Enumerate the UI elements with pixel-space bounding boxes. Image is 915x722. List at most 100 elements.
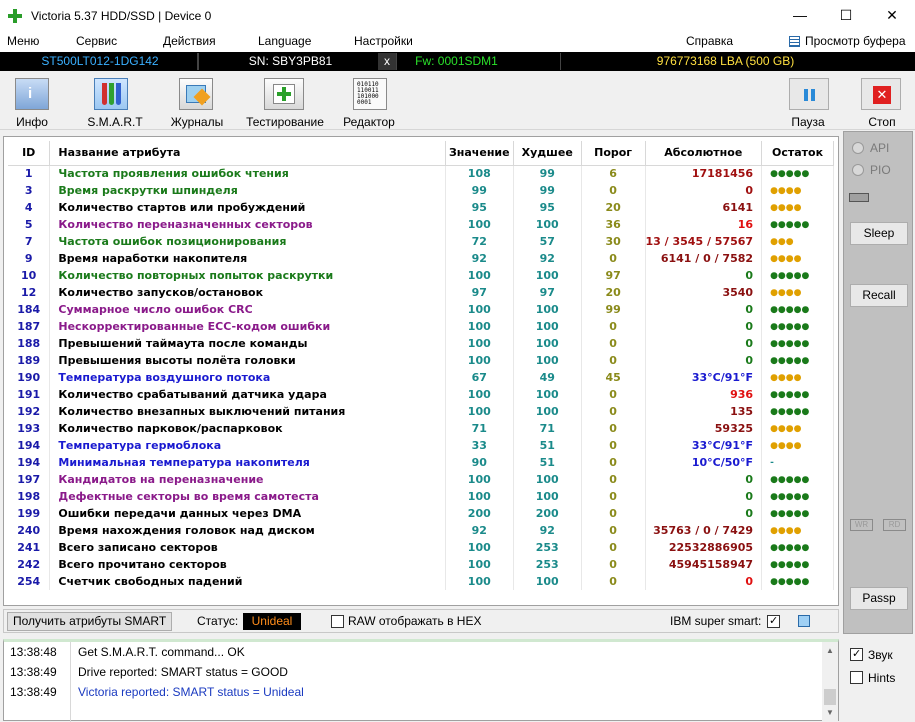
attr-worst: 97 <box>513 284 582 301</box>
menu-help[interactable]: Справка <box>686 34 733 48</box>
attr-threshold: 0 <box>581 454 646 471</box>
attr-threshold: 20 <box>581 284 646 301</box>
menu-bar: Меню Сервис Действия Language Настройки … <box>0 32 915 52</box>
col-value[interactable]: Значение <box>445 141 514 166</box>
attr-threshold: 0 <box>581 573 646 590</box>
log-time: 13:38:48 <box>10 645 57 659</box>
close-button[interactable]: ✕ <box>869 0 915 32</box>
sound-checkbox[interactable] <box>850 647 863 661</box>
attr-worst: 92 <box>513 522 582 539</box>
table-row[interactable]: 194 Температура гермоблока 33 51 0 33°C/91°F ●… <box>8 437 834 454</box>
attr-threshold: 0 <box>581 403 646 420</box>
scroll-up-icon[interactable]: ▲ <box>826 646 834 655</box>
attr-value: 71 <box>445 420 514 437</box>
smart-button[interactable]: S.M.A.R.T <box>84 76 146 129</box>
log-scrollbar[interactable]: ▲ ▼ <box>822 642 838 721</box>
attr-id: 1 <box>8 165 51 182</box>
col-worst[interactable]: Худшее <box>513 141 582 166</box>
attr-worst: 100 <box>513 488 582 505</box>
attr-absolute: 35763 / 0 / 7429 <box>645 522 763 539</box>
table-row[interactable]: 242 Всего прочитано секторов 100 253 0 459451… <box>8 556 834 573</box>
table-row[interactable]: 240 Время нахождения головок над диском 92… <box>8 522 834 539</box>
sleep-button[interactable]: Sleep <box>850 222 908 245</box>
attr-id: 191 <box>8 386 51 403</box>
smart-tubes-icon <box>94 78 128 110</box>
scroll-thumb[interactable] <box>824 689 836 705</box>
stop-button[interactable]: ✕ Стоп <box>856 76 908 129</box>
sound-label: Звук <box>868 648 893 662</box>
info-button[interactable]: i Инфо <box>5 76 59 129</box>
table-row[interactable]: 188 Превышений таймаута после команды 100 1… <box>8 335 834 352</box>
menu-service[interactable]: Сервис <box>76 34 117 48</box>
table-row[interactable]: 10 Количество повторных попыток раскрутки… <box>8 267 834 284</box>
table-row[interactable]: 198 Дефектные секторы во время самотеста 1… <box>8 488 834 505</box>
testing-label: Тестирование <box>246 115 324 129</box>
table-row[interactable]: 241 Всего записано секторов 100 253 0 2253288… <box>8 539 834 556</box>
col-id[interactable]: ID <box>8 141 51 166</box>
device-lba: 976773168 LBA (500 GB) <box>560 53 890 70</box>
color-indicator[interactable] <box>798 615 810 627</box>
raw-hex-checkbox[interactable] <box>331 615 344 628</box>
col-threshold[interactable]: Порог <box>581 141 646 166</box>
attr-remain: ●●●●● <box>761 505 834 522</box>
attr-absolute: 59325 <box>645 420 763 437</box>
buffer-viewer-button[interactable]: Просмотр буфера <box>805 34 906 48</box>
attr-threshold: 30 <box>581 233 646 250</box>
attr-value: 100 <box>445 556 514 573</box>
get-smart-attributes-button[interactable]: Получить атрибуты SMART <box>7 612 173 631</box>
ibm-super-smart-checkbox[interactable] <box>767 614 780 628</box>
hints-checkbox[interactable] <box>850 671 863 684</box>
attr-worst: 100 <box>513 352 582 369</box>
attr-remain: ●●●●● <box>761 573 834 590</box>
editor-button[interactable]: 010110 110011 101000 0001 Редактор <box>339 76 399 129</box>
attr-worst: 100 <box>513 301 582 318</box>
attr-worst: 57 <box>513 233 582 250</box>
minimize-button[interactable]: — <box>777 0 823 32</box>
api-radio[interactable] <box>852 142 864 154</box>
recall-button[interactable]: Recall <box>850 284 908 307</box>
attr-absolute: 0 <box>645 318 763 335</box>
attr-value: 100 <box>445 352 514 369</box>
table-row[interactable]: 192 Количество внезапных выключений питан… <box>8 403 834 420</box>
api-label: API <box>870 141 890 155</box>
col-absolute[interactable]: Абсолютное <box>645 141 763 166</box>
table-row[interactable]: 9 Время наработки накопителя 92 92 0 6141 / 0… <box>8 250 834 267</box>
table-row[interactable]: 3 Время раскрутки шпинделя 99 99 0 0 ●●●● <box>8 182 834 199</box>
device-model[interactable]: ST500LT012-1DG142 <box>3 53 199 70</box>
table-row[interactable]: 1 Частота проявления ошибок чтения 108 99 6 1… <box>8 165 834 182</box>
attr-worst: 99 <box>513 165 582 182</box>
table-row[interactable]: 184 Суммарное число ошибок CRC 100 100 99 0 ●●… <box>8 301 834 318</box>
passp-button[interactable]: Passp <box>850 587 908 610</box>
table-row[interactable]: 193 Количество парковок/распарковок 71 71 0 5… <box>8 420 834 437</box>
col-name[interactable]: Название атрибута <box>49 141 446 166</box>
table-row[interactable]: 194 Минимальная температура накопителя 90 5… <box>8 454 834 471</box>
pio-radio[interactable] <box>852 164 864 176</box>
table-row[interactable]: 197 Кандидатов на переназначение 100 100 0 0 ●… <box>8 471 834 488</box>
device-serial: SN: SBY3PB81 <box>248 54 333 68</box>
menu-actions[interactable]: Действия <box>163 34 216 48</box>
menu-settings[interactable]: Настройки <box>354 34 413 48</box>
table-row[interactable]: 7 Частота ошибок позиционирования 72 57 30 13… <box>8 233 834 250</box>
table-row[interactable]: 190 Температура воздушного потока 67 49 45 33… <box>8 369 834 386</box>
serial-clear-button[interactable]: x <box>378 53 396 70</box>
attr-remain: ●●●●● <box>761 335 834 352</box>
table-row[interactable]: 5 Количество переназначенных секторов 100 1… <box>8 216 834 233</box>
table-row[interactable]: 187 Нескорректированные ECC-кодом ошибки 1… <box>8 318 834 335</box>
attr-value: 100 <box>445 267 514 284</box>
col-remain[interactable]: Остаток <box>761 141 834 166</box>
attr-id: 9 <box>8 250 51 267</box>
table-row[interactable]: 191 Количество срабатываний датчика удара… <box>8 386 834 403</box>
table-row[interactable]: 4 Количество стартов или пробуждений 95 95 2… <box>8 199 834 216</box>
maximize-button[interactable]: ☐ <box>823 0 869 32</box>
table-row[interactable]: 189 Превышения высоты полёта головки 100 10… <box>8 352 834 369</box>
table-row[interactable]: 254 Счетчик свободных падений 100 100 0 0 ●●●●… <box>8 573 834 590</box>
menu-main[interactable]: Меню <box>7 34 39 48</box>
menu-language[interactable]: Language <box>258 34 311 48</box>
table-row[interactable]: 12 Количество запусков/остановок 97 97 20 354… <box>8 284 834 301</box>
logs-button[interactable]: Журналы <box>166 76 228 129</box>
attr-id: 4 <box>8 199 51 216</box>
pause-button[interactable]: Пауза <box>781 76 835 129</box>
scroll-down-icon[interactable]: ▼ <box>826 708 834 717</box>
table-row[interactable]: 199 Ошибки передачи данных через DMA 200 20… <box>8 505 834 522</box>
testing-button[interactable]: Тестирование <box>244 76 326 129</box>
